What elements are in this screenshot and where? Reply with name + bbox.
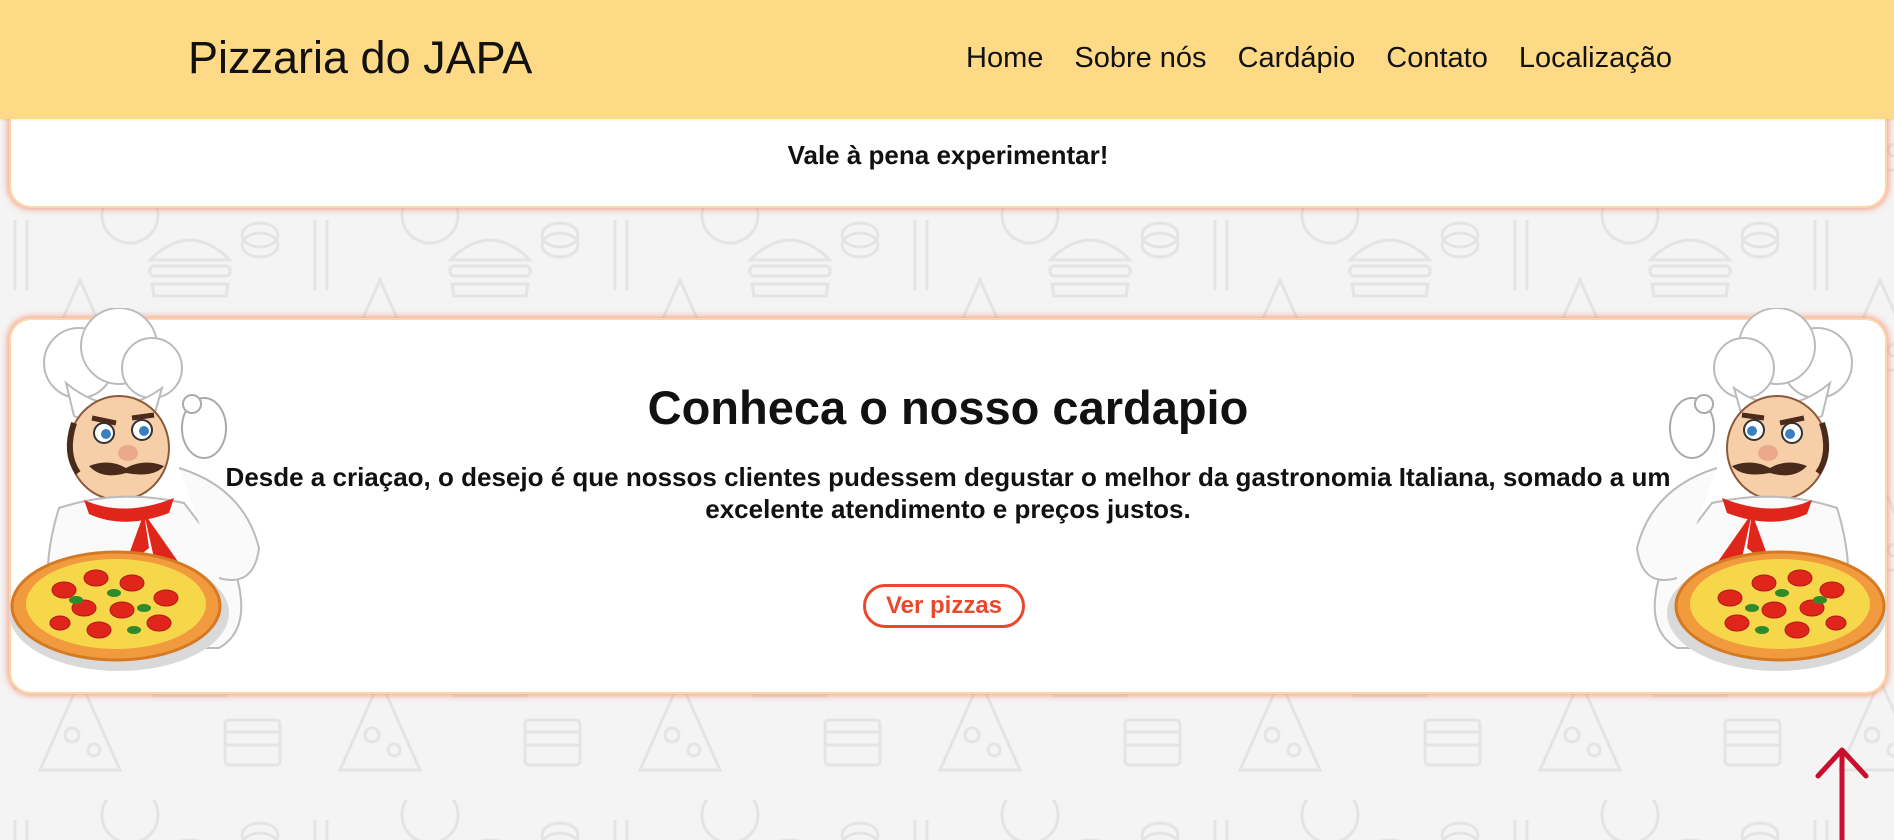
- chef-with-pizza-icon: [9, 308, 261, 671]
- nav-link-home[interactable]: Home: [966, 42, 1043, 75]
- nav-link-cardapio[interactable]: Cardápio: [1238, 42, 1356, 75]
- ver-pizzas-button[interactable]: Ver pizzas: [863, 584, 1025, 628]
- intro-tagline: Vale à pena experimentar!: [787, 140, 1109, 170]
- navbar: Pizzaria do JAPA Home Sobre nós Cardápio…: [0, 0, 1894, 119]
- chef-with-pizza-icon: [1635, 308, 1887, 671]
- nav-link-sobre-nos[interactable]: Sobre nós: [1074, 42, 1206, 75]
- nav-link-contato[interactable]: Contato: [1386, 42, 1488, 75]
- brand-logo-link[interactable]: Pizzaria do JAPA: [188, 32, 532, 84]
- menu-description: Desde a criaçao, o desejo é que nossos c…: [225, 462, 1671, 524]
- nav-links: Home Sobre nós Cardápio Contato Localiza…: [966, 42, 1672, 75]
- nav-link-localizacao[interactable]: Localização: [1519, 42, 1672, 75]
- arrow-up-icon[interactable]: [1814, 744, 1870, 840]
